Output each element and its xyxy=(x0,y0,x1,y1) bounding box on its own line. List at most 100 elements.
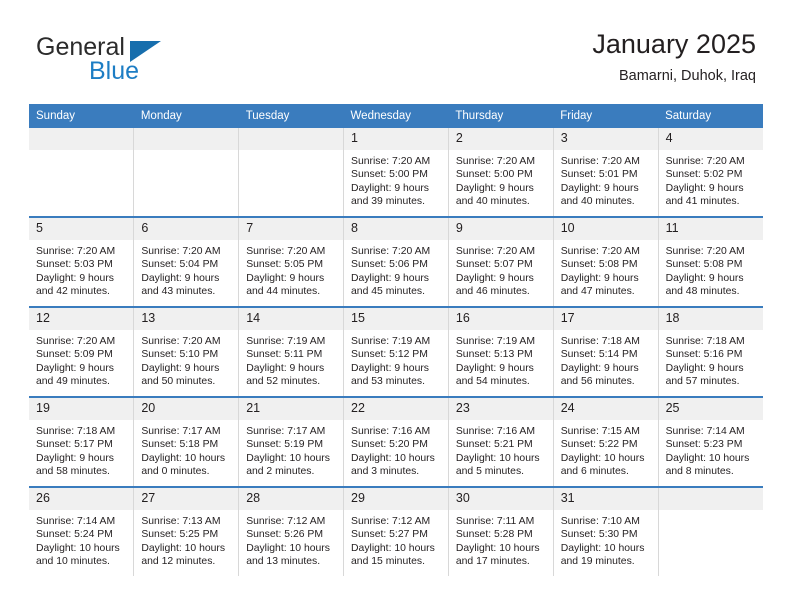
day-number: 2 xyxy=(448,128,553,150)
calendar-day-cell[interactable]: 13 Sunrise: 7:20 AM Sunset: 5:10 PM Dayligh… xyxy=(133,306,240,397)
calendar-day-cell[interactable]: 20 Sunrise: 7:17 AM Sunset: 5:18 PM Dayligh… xyxy=(133,396,240,487)
sunset-text: Sunset: 5:08 PM xyxy=(665,259,743,271)
calendar-day-cell[interactable]: 9 Sunrise: 7:20 AM Sunset: 5:07 PM Daylight… xyxy=(448,216,554,307)
daylight-text-line1: Daylight: 9 hours xyxy=(141,272,220,284)
sunrise-text: Sunrise: 7:17 AM xyxy=(246,426,326,437)
calendar-day-cell[interactable]: 14 Sunrise: 7:19 AM Sunset: 5:11 PM Dayligh… xyxy=(238,306,345,397)
day-details: Sunrise: 7:13 AM Sunset: 5:25 PM Daylight:… xyxy=(134,510,238,569)
calendar-week-row: 26 Sunrise: 7:14 AM Sunset: 5:24 PM Dayligh… xyxy=(29,486,763,576)
calendar-day-cell[interactable]: 10 Sunrise: 7:20 AM Sunset: 5:08 PM Dayligh… xyxy=(553,216,659,307)
sunrise-text: Sunrise: 7:19 AM xyxy=(246,336,326,347)
daylight-text-line2: and 40 minutes. xyxy=(560,196,635,208)
day-number: 6 xyxy=(134,218,239,240)
calendar-day-cell[interactable]: 18 Sunrise: 7:18 AM Sunset: 5:16 PM Dayligh… xyxy=(658,306,763,397)
calendar-day-cell[interactable]: 28 Sunrise: 7:12 AM Sunset: 5:26 PM Dayligh… xyxy=(238,486,345,576)
day-number: 15 xyxy=(344,308,448,330)
sunrise-text: Sunrise: 7:20 AM xyxy=(36,336,116,347)
sunrise-text: Sunrise: 7:16 AM xyxy=(351,426,431,437)
calendar-week-row: 5 Sunrise: 7:20 AM Sunset: 5:03 PM Daylight… xyxy=(29,216,763,307)
calendar-day-cell[interactable]: 19 Sunrise: 7:18 AM Sunset: 5:17 PM Dayligh… xyxy=(29,396,135,487)
calendar-day-cell[interactable]: 5 Sunrise: 7:20 AM Sunset: 5:03 PM Daylight… xyxy=(29,216,135,307)
day-number: 25 xyxy=(658,398,763,420)
day-number: 10 xyxy=(553,218,658,240)
daylight-text-line1: Daylight: 10 hours xyxy=(141,452,226,464)
calendar-page: General Blue January 2025 Bamarni, Duhok… xyxy=(0,0,792,612)
calendar-day-cell[interactable]: 8 Sunrise: 7:20 AM Sunset: 5:06 PM Daylight… xyxy=(343,216,449,307)
day-number: 14 xyxy=(239,308,344,330)
calendar-day-cell[interactable]: 21 Sunrise: 7:17 AM Sunset: 5:19 PM Dayligh… xyxy=(238,396,345,487)
calendar-day-cell[interactable]: 6 Sunrise: 7:20 AM Sunset: 5:04 PM Daylight… xyxy=(133,216,240,307)
daylight-text-line2: and 39 minutes. xyxy=(351,196,425,208)
day-details: Sunrise: 7:16 AM Sunset: 5:20 PM Daylight:… xyxy=(344,420,448,479)
calendar-week-row: 1 Sunrise: 7:20 AM Sunset: 5:00 PM Daylight… xyxy=(29,128,763,217)
daylight-text-line1: Daylight: 9 hours xyxy=(36,272,114,284)
daylight-text-line2: and 48 minutes. xyxy=(665,286,740,298)
daylight-text-line1: Daylight: 9 hours xyxy=(665,182,744,194)
calendar-day-cell[interactable]: 2 Sunrise: 7:20 AM Sunset: 5:00 PM Daylight… xyxy=(448,128,554,217)
daylight-text-line1: Daylight: 10 hours xyxy=(560,452,645,464)
day-number: 4 xyxy=(658,128,763,150)
daylight-text-line1: Daylight: 9 hours xyxy=(665,362,744,374)
day-details: Sunrise: 7:20 AM Sunset: 5:08 PM Daylight:… xyxy=(659,240,763,299)
sunset-text: Sunset: 5:28 PM xyxy=(455,529,533,541)
sunrise-text: Sunrise: 7:18 AM xyxy=(36,426,116,437)
calendar-day-cell[interactable]: 3 Sunrise: 7:20 AM Sunset: 5:01 PM Daylight… xyxy=(553,128,659,217)
sunrise-text: Sunrise: 7:20 AM xyxy=(351,246,431,257)
calendar-day-cell[interactable]: 25 Sunrise: 7:14 AM Sunset: 5:23 PM Dayligh… xyxy=(658,396,763,487)
sunrise-text: Sunrise: 7:14 AM xyxy=(665,426,745,437)
day-details: Sunrise: 7:20 AM Sunset: 5:01 PM Daylight:… xyxy=(554,150,658,209)
calendar-day-cell[interactable]: 24 Sunrise: 7:15 AM Sunset: 5:22 PM Dayligh… xyxy=(553,396,659,487)
day-number: 13 xyxy=(134,308,239,330)
sunset-text: Sunset: 5:13 PM xyxy=(455,349,533,361)
calendar-day-cell[interactable]: 26 Sunrise: 7:14 AM Sunset: 5:24 PM Dayligh… xyxy=(29,486,135,576)
calendar-day-cell[interactable]: 22 Sunrise: 7:16 AM Sunset: 5:20 PM Dayligh… xyxy=(343,396,449,487)
calendar-day-cell[interactable]: 11 Sunrise: 7:20 AM Sunset: 5:08 PM Dayligh… xyxy=(658,216,763,307)
sunset-text: Sunset: 5:00 PM xyxy=(455,169,533,181)
day-details: Sunrise: 7:12 AM Sunset: 5:26 PM Daylight:… xyxy=(239,510,343,569)
sunset-text: Sunset: 5:05 PM xyxy=(246,259,324,271)
sunset-text: Sunset: 5:10 PM xyxy=(141,349,219,361)
day-number: 26 xyxy=(29,488,134,510)
day-number: 27 xyxy=(134,488,239,510)
day-number: 3 xyxy=(553,128,658,150)
calendar-cell-empty xyxy=(238,128,345,217)
sunrise-text: Sunrise: 7:10 AM xyxy=(560,516,640,527)
day-details: Sunrise: 7:20 AM Sunset: 5:03 PM Daylight:… xyxy=(29,240,133,299)
sunset-text: Sunset: 5:02 PM xyxy=(665,169,743,181)
day-details: Sunrise: 7:18 AM Sunset: 5:16 PM Daylight:… xyxy=(659,330,763,389)
day-number: 28 xyxy=(239,488,344,510)
sunset-text: Sunset: 5:12 PM xyxy=(351,349,428,361)
sunset-text: Sunset: 5:22 PM xyxy=(560,439,638,451)
calendar-day-cell[interactable]: 27 Sunrise: 7:13 AM Sunset: 5:25 PM Dayligh… xyxy=(133,486,240,576)
sunset-text: Sunset: 5:24 PM xyxy=(36,529,113,541)
daylight-text-line1: Daylight: 9 hours xyxy=(560,362,639,374)
calendar-cell-empty xyxy=(658,486,763,576)
daylight-text-line2: and 13 minutes. xyxy=(246,556,321,568)
calendar-day-cell[interactable]: 16 Sunrise: 7:19 AM Sunset: 5:13 PM Dayligh… xyxy=(448,306,554,397)
general-blue-logo[interactable]: General Blue xyxy=(36,34,226,90)
day-number: 17 xyxy=(553,308,658,330)
day-number xyxy=(239,128,344,150)
calendar-day-cell[interactable]: 23 Sunrise: 7:16 AM Sunset: 5:21 PM Dayligh… xyxy=(448,396,554,487)
calendar-day-cell[interactable]: 31 Sunrise: 7:10 AM Sunset: 5:30 PM Dayligh… xyxy=(553,486,659,576)
calendar-day-cell[interactable]: 29 Sunrise: 7:12 AM Sunset: 5:27 PM Dayligh… xyxy=(343,486,449,576)
calendar-day-cell[interactable]: 1 Sunrise: 7:20 AM Sunset: 5:00 PM Daylight… xyxy=(343,128,449,217)
daylight-text-line1: Daylight: 10 hours xyxy=(246,542,330,554)
calendar-day-cell[interactable]: 12 Sunrise: 7:20 AM Sunset: 5:09 PM Dayligh… xyxy=(29,306,135,397)
page-title: January 2025 xyxy=(592,29,756,59)
calendar-day-cell[interactable]: 4 Sunrise: 7:20 AM Sunset: 5:02 PM Daylight… xyxy=(658,128,763,217)
daylight-text-line2: and 2 minutes. xyxy=(246,466,315,478)
calendar-day-cell[interactable]: 15 Sunrise: 7:19 AM Sunset: 5:12 PM Dayligh… xyxy=(343,306,449,397)
sunrise-text: Sunrise: 7:20 AM xyxy=(351,156,431,167)
day-number xyxy=(658,488,763,510)
daylight-text-line2: and 56 minutes. xyxy=(560,376,635,388)
daylight-text-line2: and 49 minutes. xyxy=(36,376,110,388)
day-details: Sunrise: 7:14 AM Sunset: 5:24 PM Daylight:… xyxy=(29,510,133,569)
daylight-text-line2: and 43 minutes. xyxy=(141,286,216,298)
day-details: Sunrise: 7:14 AM Sunset: 5:23 PM Daylight:… xyxy=(659,420,763,479)
calendar-body: 1 Sunrise: 7:20 AM Sunset: 5:00 PM Daylight… xyxy=(29,128,763,576)
daylight-text-line1: Daylight: 9 hours xyxy=(455,362,534,374)
calendar-day-cell[interactable]: 17 Sunrise: 7:18 AM Sunset: 5:14 PM Dayligh… xyxy=(553,306,659,397)
calendar-day-cell[interactable]: 7 Sunrise: 7:20 AM Sunset: 5:05 PM Daylight… xyxy=(238,216,345,307)
calendar-day-cell[interactable]: 30 Sunrise: 7:11 AM Sunset: 5:28 PM Dayligh… xyxy=(448,486,554,576)
